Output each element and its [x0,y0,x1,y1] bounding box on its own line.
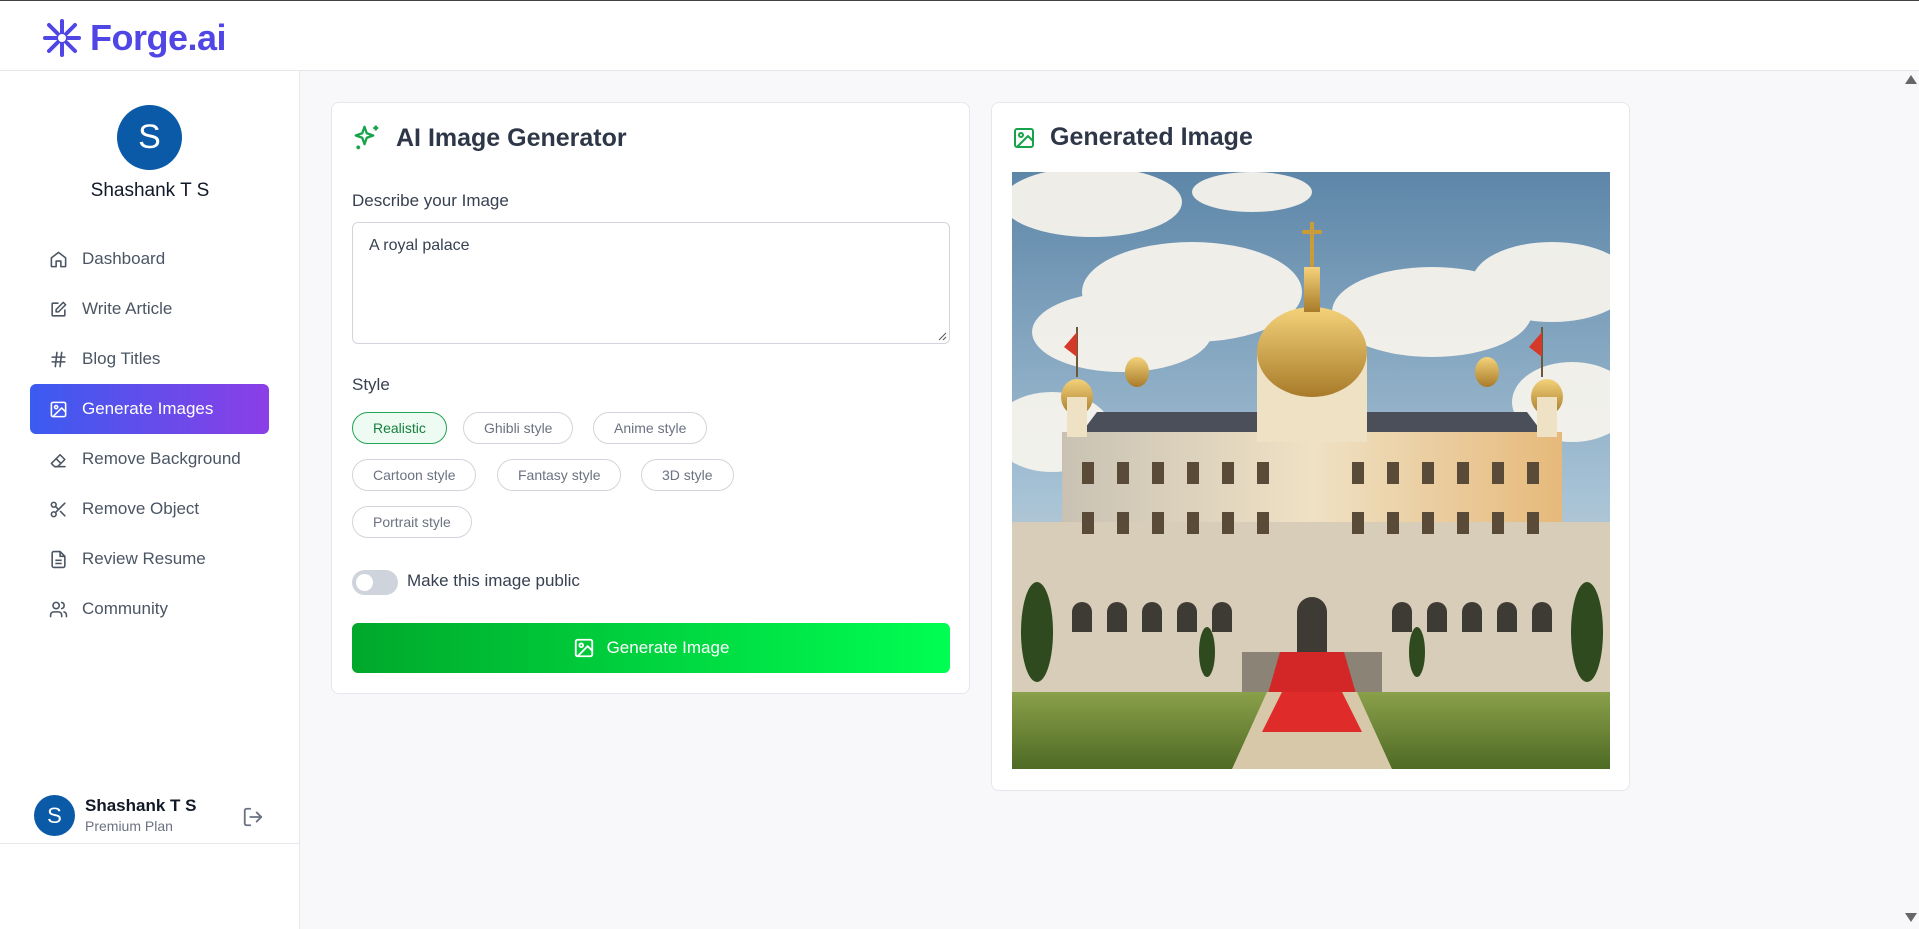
generator-header: AI Image Generator [352,123,627,153]
prompt-text: A royal palace [369,237,470,254]
sidebar-item-write-article[interactable]: Write Article [30,284,269,334]
image-icon [574,638,593,658]
top-bar: Forge.ai [0,0,1919,71]
users-icon [48,599,68,619]
sidebar-item-remove-background[interactable]: Remove Background [30,434,269,484]
public-toggle[interactable] [352,570,398,595]
sidebar-item-label: Remove Object [82,499,200,518]
logout-icon[interactable] [242,806,264,828]
sidebar-item-label: Community [82,599,168,618]
sidebar-item-label: Generate Images [82,399,214,418]
style-pill-cartoon[interactable]: Cartoon style [352,459,477,491]
eraser-icon [48,449,68,469]
public-toggle-label: Make this image public [407,571,580,590]
image-generator-card: AI Image Generator Describe your Image A… [331,102,970,694]
sidebar-item-generate-images[interactable]: Generate Images [30,384,269,434]
result-header: Generated Image [1012,123,1253,152]
scissors-icon [48,499,68,519]
brand-name: Forge.ai [90,17,227,58]
style-pill-ghibli[interactable]: Ghibli style [463,412,574,444]
sidebar-item-remove-object[interactable]: Remove Object [30,484,269,534]
sidebar-item-dashboard[interactable]: Dashboard [30,234,269,284]
sidebar-footer [0,843,300,929]
style-label: Style [352,375,390,394]
image-icon [1014,127,1034,148]
prompt-textarea[interactable]: A royal palace [352,222,950,344]
user-name: Shashank T S [90,180,210,201]
sidebar-item-label: Write Article [82,299,173,318]
sidebar-item-community[interactable]: Community [30,584,269,634]
scroll-down-arrow-icon[interactable] [1905,913,1917,922]
home-icon [48,249,68,269]
scroll-up-arrow-icon[interactable] [1905,75,1917,84]
style-pill-3d[interactable]: 3D style [641,459,734,491]
footer-user-plan: Premium Plan [85,818,173,834]
generate-button-label: Generate Image [606,638,730,657]
toggle-knob [356,574,373,591]
style-pill-realistic[interactable]: Realistic [352,412,447,444]
footer-avatar[interactable]: S [34,795,75,836]
style-pill-portrait[interactable]: Portrait style [352,506,472,538]
generated-image-card: Generated Image [991,102,1630,791]
sparkles-icon [354,125,379,150]
sidebar-item-review-resume[interactable]: Review Resume [30,534,269,584]
sidebar-nav: Dashboard Write Article Blog Titles Gene… [30,234,269,634]
generated-palace-image [1012,172,1610,769]
prompt-label: Describe your Image [352,191,509,210]
sidebar-item-label: Blog Titles [82,349,161,368]
style-pill-fantasy[interactable]: Fantasy style [497,459,622,491]
sidebar-item-blog-titles[interactable]: Blog Titles [30,334,269,384]
style-pill-anime[interactable]: Anime style [593,412,708,444]
image-icon [48,399,68,419]
generator-title: AI Image Generator [396,123,627,152]
sidebar-item-label: Dashboard [82,249,166,268]
generate-image-button[interactable]: Generate Image [352,623,950,673]
avatar: S [117,105,182,170]
file-text-icon [48,549,68,569]
hash-icon [48,349,68,369]
sidebar-item-label: Remove Background [82,449,241,468]
sparkle-logo-icon [43,19,81,57]
brand-logo[interactable]: Forge.ai [40,17,227,59]
edit-icon [48,299,68,319]
resize-handle-icon[interactable] [937,331,947,341]
sidebar-item-label: Review Resume [82,549,206,568]
footer-user-name: Shashank T S [85,796,197,815]
result-title: Generated Image [1050,123,1253,151]
